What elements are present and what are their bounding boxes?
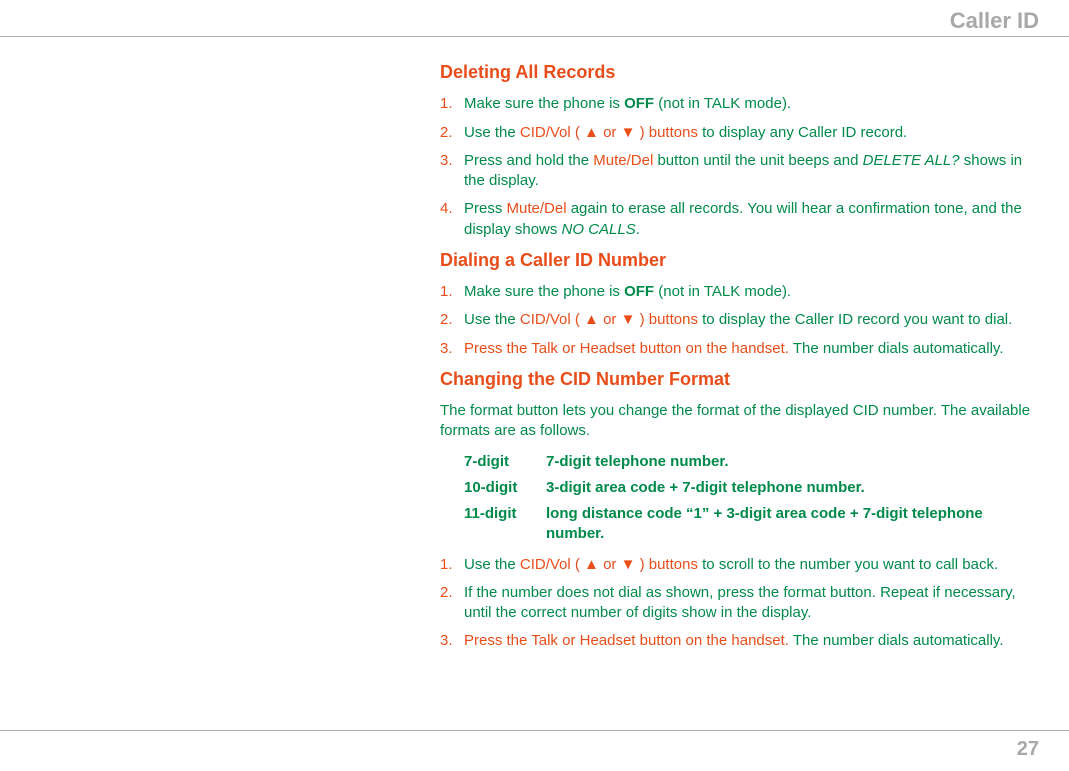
text: (not in TALK mode). <box>654 95 791 112</box>
button-reference: CID/Vol ( ▲ or ▼ ) buttons <box>520 124 698 141</box>
format-label: 7-digit <box>464 452 546 472</box>
list-item: 2. Use the CID/Vol ( ▲ or ▼ ) buttons to… <box>440 123 1039 143</box>
page-number: 27 <box>1017 738 1039 761</box>
list-item: 4. Press Mute/Del again to erase all rec… <box>440 199 1039 240</box>
list-text: If the number does not dial as shown, pr… <box>464 583 1039 624</box>
bold-text: OFF <box>624 283 654 300</box>
list-item: 2. Use the CID/Vol ( ▲ or ▼ ) buttons to… <box>440 310 1039 330</box>
text: Make sure the phone is <box>464 283 624 300</box>
format-description: 3-digit area code + 7-digit telephone nu… <box>546 478 1039 498</box>
heading-changing-cid-format: Changing the CID Number Format <box>440 367 1039 391</box>
bottom-divider <box>0 730 1069 731</box>
list-item: 2. If the number does not dial as shown,… <box>440 583 1039 624</box>
button-reference: Mute/Del <box>593 152 653 169</box>
list-number: 3. <box>440 151 464 192</box>
button-reference: CID/Vol ( ▲ or ▼ ) buttons <box>520 556 698 573</box>
format-row: 11-digit long distance code “1” + 3-digi… <box>464 504 1039 545</box>
action-text: Press the Talk or Headset button on the … <box>464 632 789 649</box>
format-label: 11-digit <box>464 504 546 545</box>
list-item: 3. Press and hold the Mute/Del button un… <box>440 151 1039 192</box>
list-dialing-caller-id: 1. Make sure the phone is OFF (not in TA… <box>440 282 1039 359</box>
text: Use the <box>464 556 520 573</box>
list-item: 1. Make sure the phone is OFF (not in TA… <box>440 282 1039 302</box>
text: The number dials automatically. <box>789 340 1004 357</box>
text: Use the <box>464 311 520 328</box>
list-item: 1. Make sure the phone is OFF (not in TA… <box>440 94 1039 114</box>
button-reference: Mute/Del <box>507 200 567 217</box>
list-deleting-all-records: 1. Make sure the phone is OFF (not in TA… <box>440 94 1039 240</box>
text: to display any Caller ID record. <box>698 124 907 141</box>
list-number: 1. <box>440 282 464 302</box>
list-text: Use the CID/Vol ( ▲ or ▼ ) buttons to di… <box>464 310 1039 330</box>
action-text: Press the Talk or Headset button on the … <box>464 340 789 357</box>
list-text: Use the CID/Vol ( ▲ or ▼ ) buttons to sc… <box>464 555 1039 575</box>
list-number: 2. <box>440 583 464 624</box>
text: Press and hold the <box>464 152 593 169</box>
list-text: Make sure the phone is OFF (not in TALK … <box>464 94 1039 114</box>
text: . <box>636 221 640 238</box>
text: to display the Caller ID record you want… <box>698 311 1012 328</box>
page-content: Deleting All Records 1. Make sure the ph… <box>440 58 1039 660</box>
text: Press <box>464 200 507 217</box>
intro-text: The format button lets you change the fo… <box>440 401 1039 442</box>
text: (not in TALK mode). <box>654 283 791 300</box>
list-text: Press and hold the Mute/Del button until… <box>464 151 1039 192</box>
formats-table: 7-digit 7-digit telephone number. 10-dig… <box>464 452 1039 545</box>
list-number: 3. <box>440 339 464 359</box>
display-text: NO CALLS <box>562 221 636 238</box>
list-number: 4. <box>440 199 464 240</box>
format-label: 10-digit <box>464 478 546 498</box>
list-number: 2. <box>440 310 464 330</box>
list-text: Make sure the phone is OFF (not in TALK … <box>464 282 1039 302</box>
text: If the number does not dial as shown, pr… <box>464 584 1016 621</box>
text: to scroll to the number you want to call… <box>698 556 998 573</box>
list-number: 1. <box>440 555 464 575</box>
text: button until the unit beeps and <box>653 152 862 169</box>
heading-deleting-all-records: Deleting All Records <box>440 60 1039 84</box>
list-text: Use the CID/Vol ( ▲ or ▼ ) buttons to di… <box>464 123 1039 143</box>
list-item: 3. Press the Talk or Headset button on t… <box>440 339 1039 359</box>
format-row: 7-digit 7-digit telephone number. <box>464 452 1039 472</box>
format-row: 10-digit 3-digit area code + 7-digit tel… <box>464 478 1039 498</box>
text: Make sure the phone is <box>464 95 624 112</box>
list-text: Press the Talk or Headset button on the … <box>464 631 1039 651</box>
list-changing-cid-format: 1. Use the CID/Vol ( ▲ or ▼ ) buttons to… <box>440 555 1039 652</box>
list-number: 3. <box>440 631 464 651</box>
list-number: 2. <box>440 123 464 143</box>
list-number: 1. <box>440 94 464 114</box>
list-item: 1. Use the CID/Vol ( ▲ or ▼ ) buttons to… <box>440 555 1039 575</box>
bold-text: OFF <box>624 95 654 112</box>
display-text: DELETE ALL? <box>863 152 960 169</box>
list-text: Press the Talk or Headset button on the … <box>464 339 1039 359</box>
text: The number dials automatically. <box>789 632 1004 649</box>
heading-dialing-caller-id: Dialing a Caller ID Number <box>440 248 1039 272</box>
format-description: 7-digit telephone number. <box>546 452 1039 472</box>
format-description: long distance code “1” + 3-digit area co… <box>546 504 1039 545</box>
button-reference: CID/Vol ( ▲ or ▼ ) buttons <box>520 311 698 328</box>
list-text: Press Mute/Del again to erase all record… <box>464 199 1039 240</box>
list-item: 3. Press the Talk or Headset button on t… <box>440 631 1039 651</box>
text: Use the <box>464 124 520 141</box>
page-header-title: Caller ID <box>950 8 1039 34</box>
top-divider <box>0 36 1069 37</box>
